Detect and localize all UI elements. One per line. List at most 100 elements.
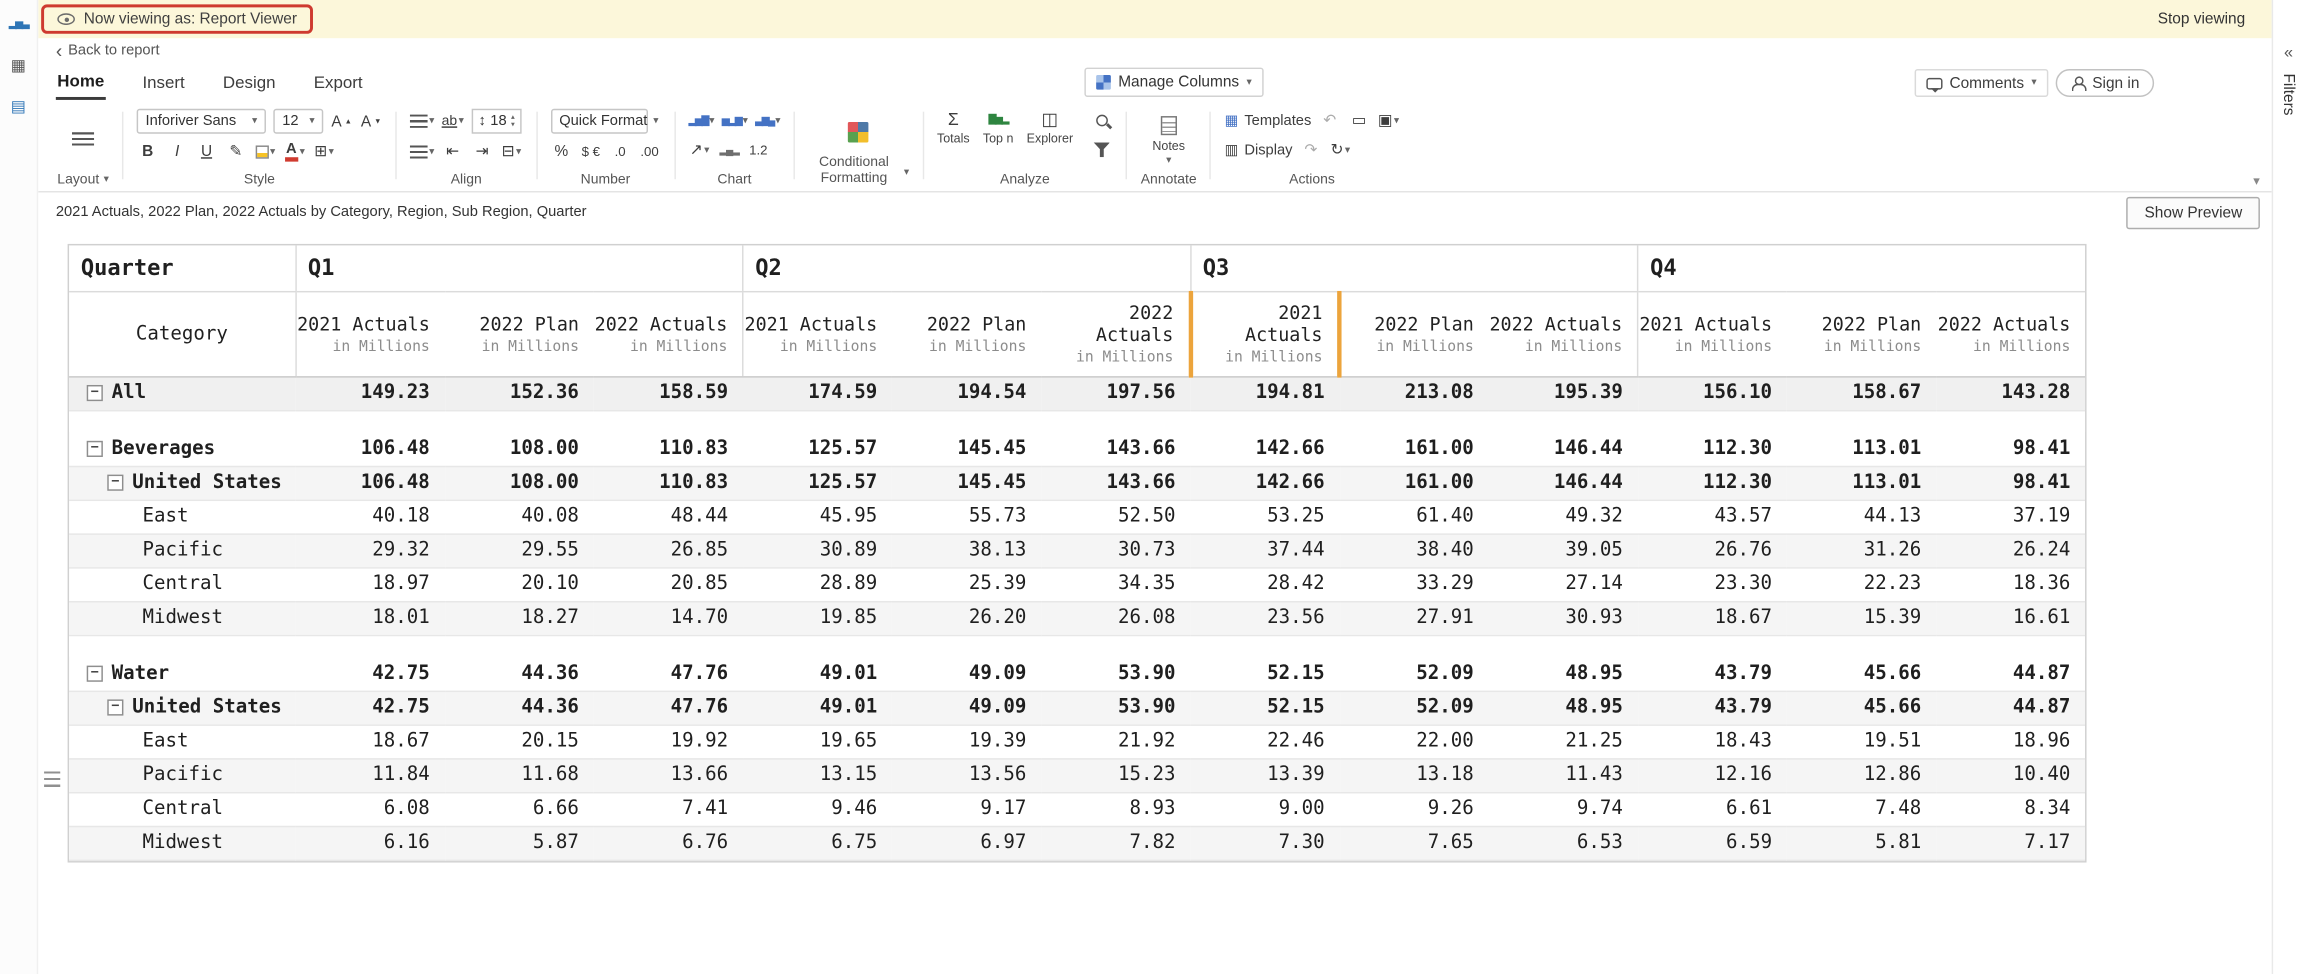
value-cell[interactable]: 12.16: [1638, 758, 1787, 792]
value-cell[interactable]: 33.29: [1339, 567, 1488, 601]
value-cell[interactable]: 7.48: [1787, 792, 1936, 826]
value-cell[interactable]: 31.26: [1787, 533, 1936, 567]
value-cell[interactable]: 6.59: [1638, 826, 1787, 860]
value-cell[interactable]: 13.39: [1190, 758, 1339, 792]
value-cell[interactable]: 19.51: [1787, 724, 1936, 758]
value-cell[interactable]: 11.68: [444, 758, 593, 792]
value-cell[interactable]: 143.28: [1936, 376, 2085, 410]
value-cell[interactable]: 49.32: [1488, 500, 1637, 534]
value-cell[interactable]: 20.10: [444, 567, 593, 601]
currency-format-button[interactable]: $ €: [580, 140, 602, 164]
back-to-report-link[interactable]: ‹ Back to report: [56, 40, 160, 59]
value-cell[interactable]: 48.95: [1488, 657, 1637, 691]
value-cell[interactable]: 44.36: [444, 691, 593, 725]
column-header-q3-2022-plan[interactable]: 2022 Planin Millions: [1339, 291, 1488, 376]
top-n-button[interactable]: ▇▅▂ Top n: [983, 109, 1014, 146]
templates-button[interactable]: ▦ Templates: [1225, 109, 1312, 133]
row-header-cell[interactable]: −Beverages: [69, 432, 295, 466]
value-cell[interactable]: 45.66: [1787, 691, 1936, 725]
indent-increase-button[interactable]: ⇥: [471, 140, 493, 164]
value-cell[interactable]: 13.18: [1339, 758, 1488, 792]
value-cell[interactable]: 10.40: [1936, 758, 2085, 792]
value-cell[interactable]: 7.30: [1190, 826, 1339, 860]
quick-format-select[interactable]: Quick Format ▾: [550, 109, 647, 134]
value-cell[interactable]: 39.05: [1488, 533, 1637, 567]
value-cell[interactable]: 44.87: [1936, 657, 2085, 691]
chart-visual-icon[interactable]: ▂▅▃: [7, 12, 31, 36]
layout-icon[interactable]: [72, 132, 94, 148]
value-cell[interactable]: 20.85: [594, 567, 743, 601]
column-header-q4-2021-actuals[interactable]: 2021 Actualsin Millions: [1638, 291, 1787, 376]
row-header-cell[interactable]: Midwest: [69, 601, 295, 635]
value-cell[interactable]: 18.96: [1936, 724, 2085, 758]
quarter-header-q3[interactable]: Q3: [1190, 245, 1637, 291]
value-cell[interactable]: 18.27: [444, 601, 593, 635]
value-cell[interactable]: 7.17: [1936, 826, 2085, 860]
value-cell[interactable]: 7.41: [594, 792, 743, 826]
value-cell[interactable]: 125.57: [743, 432, 892, 466]
zoom-search-button[interactable]: [1091, 109, 1113, 133]
value-cell[interactable]: 142.66: [1190, 466, 1339, 500]
sparkline-button[interactable]: ▂▄▂: [718, 138, 740, 162]
value-cell[interactable]: 29.32: [295, 533, 444, 567]
value-cell[interactable]: 98.41: [1936, 466, 2085, 500]
collapse-toggle-icon[interactable]: −: [87, 665, 103, 681]
filter-button[interactable]: [1091, 138, 1113, 162]
value-cell[interactable]: 213.08: [1339, 376, 1488, 410]
row-header-cell[interactable]: East: [69, 500, 295, 534]
value-cell[interactable]: 143.66: [1041, 432, 1190, 466]
value-cell[interactable]: 26.24: [1936, 533, 2085, 567]
merge-cells-button[interactable]: ⊟▾: [500, 140, 522, 164]
row-header-cell[interactable]: −United States: [69, 691, 295, 725]
line-chart-button[interactable]: ↗▾: [688, 138, 710, 162]
row-drag-handle[interactable]: [44, 771, 60, 789]
column-header-q4-2022-plan[interactable]: 2022 Planin Millions: [1787, 291, 1936, 376]
percent-format-button[interactable]: %: [550, 140, 572, 164]
value-cell[interactable]: 19.39: [892, 724, 1041, 758]
value-cell[interactable]: 110.83: [594, 432, 743, 466]
value-cell[interactable]: 113.01: [1787, 466, 1936, 500]
value-cell[interactable]: 18.43: [1638, 724, 1787, 758]
value-cell[interactable]: 45.66: [1787, 657, 1936, 691]
column-chart-button[interactable]: ▅▂▆▾: [722, 109, 748, 133]
quarter-header-q2[interactable]: Q2: [743, 245, 1190, 291]
value-cell[interactable]: 6.76: [594, 826, 743, 860]
value-cell[interactable]: 145.45: [892, 466, 1041, 500]
value-cell[interactable]: 7.65: [1339, 826, 1488, 860]
value-cell[interactable]: 13.56: [892, 758, 1041, 792]
value-cell[interactable]: 195.39: [1488, 376, 1637, 410]
value-cell[interactable]: 22.23: [1787, 567, 1936, 601]
increase-font-button[interactable]: A▲: [331, 109, 353, 133]
value-cell[interactable]: 108.00: [444, 466, 593, 500]
fill-color-button[interactable]: ▾: [254, 140, 276, 164]
tab-export[interactable]: Export: [312, 67, 364, 98]
value-cell[interactable]: 43.57: [1638, 500, 1787, 534]
value-cell[interactable]: 5.87: [444, 826, 593, 860]
value-cell[interactable]: 194.54: [892, 376, 1041, 410]
horizontal-align-button[interactable]: ▾: [410, 109, 434, 133]
table-visual-icon[interactable]: ▦: [7, 53, 31, 77]
value-cell[interactable]: 55.73: [892, 500, 1041, 534]
value-cell[interactable]: 14.70: [594, 601, 743, 635]
copy-button[interactable]: ▣▾: [1377, 109, 1399, 133]
value-cell[interactable]: 108.00: [444, 432, 593, 466]
value-cell[interactable]: 18.36: [1936, 567, 2085, 601]
value-cell[interactable]: 161.00: [1339, 432, 1488, 466]
value-cell[interactable]: 112.30: [1638, 466, 1787, 500]
value-cell[interactable]: 30.89: [743, 533, 892, 567]
quarter-header-q4[interactable]: Q4: [1638, 245, 2085, 291]
underline-button[interactable]: U: [195, 140, 217, 164]
redo-button[interactable]: ↷: [1300, 138, 1322, 162]
value-cell[interactable]: 49.09: [892, 657, 1041, 691]
value-cell[interactable]: 9.00: [1190, 792, 1339, 826]
value-cell[interactable]: 52.09: [1339, 657, 1488, 691]
quarter-header-q1[interactable]: Q1: [295, 245, 742, 291]
row-header-cell[interactable]: −United States: [69, 466, 295, 500]
value-cell[interactable]: 106.48: [295, 432, 444, 466]
value-cell[interactable]: 9.17: [892, 792, 1041, 826]
sign-in-button[interactable]: Sign in: [2056, 69, 2155, 97]
value-cell[interactable]: 158.59: [594, 376, 743, 410]
value-cell[interactable]: 6.75: [743, 826, 892, 860]
column-header-q3-2022-actuals[interactable]: 2022 Actualsin Millions: [1488, 291, 1637, 376]
comments-button[interactable]: Comments ▾: [1914, 69, 2048, 97]
